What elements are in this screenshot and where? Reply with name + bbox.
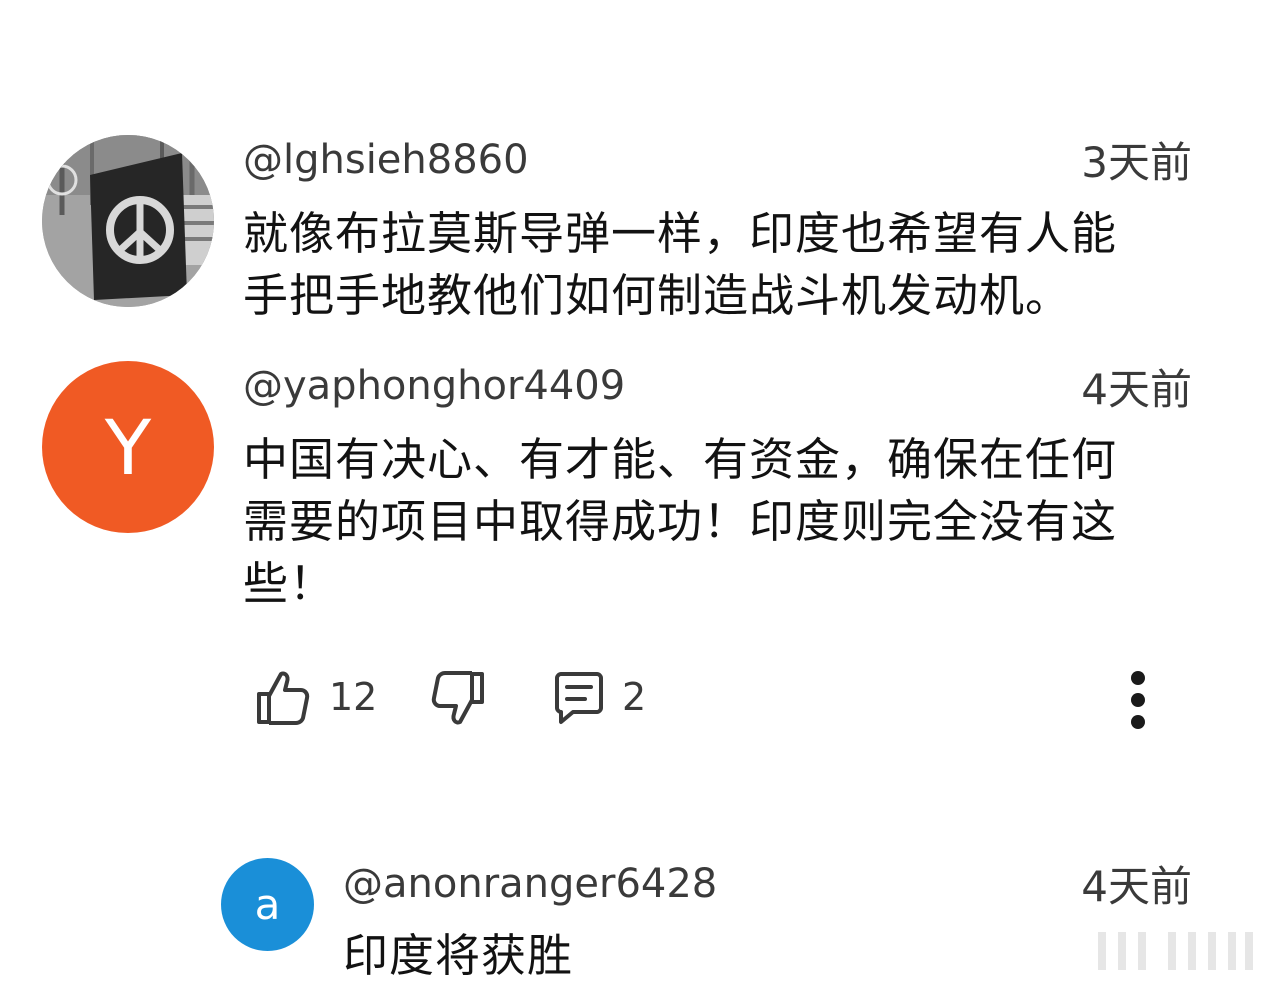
comment-timestamp: 4天前 (1081, 862, 1192, 911)
more-options-button[interactable] (1123, 668, 1153, 732)
like-button[interactable] (255, 668, 311, 728)
avatar-letter: a (254, 880, 281, 929)
comment-text-line: 手把手地教他们如何制造战斗机发动机。 (243, 269, 1072, 322)
comment-author[interactable]: @yaphonghor4409 (243, 366, 625, 406)
watermark-mark (1098, 932, 1253, 970)
comment-text-line: 就像布拉莫斯导弹一样，印度也希望有人能 (243, 207, 1118, 260)
watermark (1090, 926, 1260, 976)
comment-text-line: 中国有决心、有才能、有资金，确保在任何 (243, 433, 1118, 486)
comment-text: 中国有决心、有才能、有资金，确保在任何 需要的项目中取得成功！印度则完全没有这 … (243, 429, 1117, 615)
comment-timestamp: 3天前 (1081, 138, 1192, 187)
avatar[interactable]: Y (42, 361, 214, 533)
like-count: 12 (329, 675, 378, 719)
avatar-letter: Y (104, 402, 152, 492)
comment-text-line: 需要的项目中取得成功！印度则完全没有这 (243, 495, 1118, 548)
comment-text: 就像布拉莫斯导弹一样，印度也希望有人能 手把手地教他们如何制造战斗机发动机。 (243, 203, 1117, 327)
dislike-button[interactable] (430, 668, 486, 728)
comment-timestamp: 4天前 (1081, 365, 1192, 414)
comment-actions: 12 2 (245, 668, 1195, 732)
reply-count: 2 (622, 675, 647, 719)
comment-text: 印度将获胜 (343, 929, 574, 982)
avatar[interactable] (42, 135, 214, 307)
avatar[interactable]: a (221, 858, 314, 951)
comment-icon (555, 672, 603, 724)
comment-text-line: 些！ (243, 557, 336, 610)
comment-author[interactable]: @lghsieh8860 (243, 140, 529, 180)
thumbs-up-icon (257, 671, 310, 725)
more-vertical-icon (1131, 671, 1145, 729)
reply-button[interactable] (551, 668, 607, 728)
thumbs-down-icon (431, 671, 484, 725)
comment-author[interactable]: @anonranger6428 (343, 864, 717, 904)
peace-flag-photo-icon (42, 135, 214, 307)
